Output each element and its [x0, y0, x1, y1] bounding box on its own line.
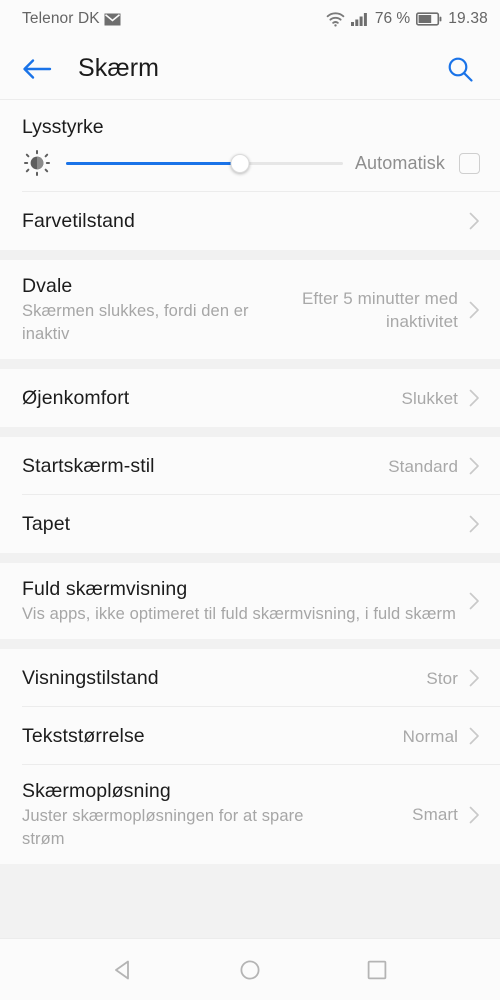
- brightness-title: Lysstyrke: [22, 116, 104, 138]
- nav-home-circle-icon: [239, 959, 261, 981]
- slider-fill: [66, 161, 241, 165]
- row-value: Efter 5 minutter med inaktivitet: [301, 288, 458, 331]
- search-button[interactable]: [440, 49, 480, 89]
- clock-label: 19.38: [448, 10, 488, 27]
- page-title: Skærm: [78, 54, 160, 82]
- row-title: Fuld skærmvisning: [22, 578, 188, 600]
- chevron-right-icon: [468, 669, 480, 687]
- envelope-icon: [104, 13, 121, 26]
- row-title: Dvale: [22, 275, 73, 297]
- row-subtitle: Vis apps, ikke optimeret til fuld skærmv…: [22, 605, 456, 623]
- row-title: Tekststørrelse: [22, 725, 145, 747]
- status-bar-left: Telenor DK: [22, 10, 121, 28]
- row-startskaerm-stil[interactable]: Startskærm-stil Standard: [0, 437, 500, 495]
- arrow-left-icon: [22, 57, 52, 81]
- section-gap: [0, 553, 500, 563]
- row-text: Startskærm-stil: [22, 440, 374, 492]
- settings-group: Visningstilstand Stor Tekststørrelse Nor…: [0, 649, 500, 864]
- settings-group: Startskærm-stil Standard Tapet: [0, 437, 500, 553]
- section-gap: [0, 639, 500, 649]
- nav-recents-square-icon: [366, 959, 388, 981]
- back-button[interactable]: [22, 47, 66, 91]
- chevron-right-icon: [468, 806, 480, 824]
- android-nav-bar: [0, 938, 500, 1000]
- status-bar-right: 76 % 19.38: [326, 10, 488, 28]
- chevron-right-icon: [468, 301, 480, 319]
- status-bar: Telenor DK 76 % 19.38: [0, 0, 500, 38]
- brightness-sun-icon: [22, 150, 52, 176]
- settings-group: Fuld skærmvisning Vis apps, ikke optimer…: [0, 563, 500, 639]
- row-text: Visningstilstand: [22, 652, 412, 704]
- battery-icon: [416, 12, 442, 26]
- row-farvetilstand[interactable]: Farvetilstand: [0, 192, 500, 250]
- chevron-right-icon: [468, 389, 480, 407]
- row-value: Normal: [402, 726, 458, 746]
- settings-list: Lysstyrke Automatisk Farvetilstand Dvale…: [0, 100, 500, 938]
- nav-recents-button[interactable]: [350, 943, 404, 997]
- row-title: Visningstilstand: [22, 667, 159, 689]
- chevron-right-icon: [468, 515, 480, 533]
- row-dvale[interactable]: Dvale Skærmen slukkes, fordi den er inak…: [0, 260, 500, 359]
- row-text: Tapet: [22, 498, 458, 550]
- row-subtitle: Skærmen slukkes, fordi den er inaktiv: [22, 302, 249, 343]
- row-text: Tekststørrelse: [22, 710, 389, 762]
- chevron-right-icon: [468, 592, 480, 610]
- auto-brightness-label: Automatisk: [354, 152, 445, 173]
- app-header: Skærm: [0, 38, 500, 100]
- row-value: Standard: [388, 456, 458, 476]
- row-title: Tapet: [22, 513, 71, 535]
- row-text: Dvale Skærmen slukkes, fordi den er inak…: [22, 260, 274, 359]
- search-icon: [446, 55, 474, 83]
- brightness-slider[interactable]: [66, 152, 343, 174]
- phone-screen: Telenor DK 76 % 19.38 Skærm Lysstyrke Au…: [0, 0, 500, 1000]
- row-text: Farvetilstand: [22, 195, 458, 247]
- row-value: Slukket: [401, 388, 458, 408]
- battery-percent-label: 76 %: [374, 10, 411, 27]
- chevron-right-icon: [468, 457, 480, 475]
- row-tekststorrelse[interactable]: Tekststørrelse Normal: [0, 707, 500, 765]
- row-fuld-skaermvisning[interactable]: Fuld skærmvisning Vis apps, ikke optimer…: [0, 563, 500, 639]
- settings-group: Dvale Skærmen slukkes, fordi den er inak…: [0, 260, 500, 359]
- nav-back-button[interactable]: [96, 943, 150, 997]
- carrier-label: Telenor DK: [22, 10, 100, 27]
- row-visningstilstand[interactable]: Visningstilstand Stor: [0, 649, 500, 707]
- nav-back-triangle-icon: [112, 959, 134, 981]
- section-gap: [0, 427, 500, 437]
- nav-home-button[interactable]: [223, 943, 277, 997]
- row-text: Fuld skærmvisning Vis apps, ikke optimer…: [22, 563, 458, 639]
- row-title: Startskærm-stil: [22, 455, 155, 477]
- wifi-icon: [326, 11, 345, 27]
- settings-group: Øjenkomfort Slukket: [0, 369, 500, 427]
- row-ojenkomfort[interactable]: Øjenkomfort Slukket: [0, 369, 500, 427]
- slider-thumb[interactable]: [230, 153, 250, 173]
- auto-brightness-checkbox[interactable]: [459, 152, 480, 174]
- section-gap: [0, 359, 500, 369]
- row-value: Stor: [426, 668, 458, 688]
- brightness-block: Lysstyrke Automatisk: [0, 100, 500, 192]
- cellular-signal-icon: [350, 12, 369, 26]
- row-title: Farvetilstand: [22, 210, 135, 232]
- section-gap: [0, 250, 500, 260]
- row-text: Øjenkomfort: [22, 372, 388, 424]
- row-title: Øjenkomfort: [22, 387, 130, 409]
- row-text: Skærmopløsning Juster skærmopløsningen f…: [22, 765, 398, 864]
- row-title: Skærmopløsning: [22, 780, 171, 802]
- row-skaermoplosning[interactable]: Skærmopløsning Juster skærmopløsningen f…: [0, 765, 500, 864]
- row-subtitle: Juster skærmopløsningen for at spare str…: [22, 807, 304, 848]
- chevron-right-icon: [468, 212, 480, 230]
- row-tapet[interactable]: Tapet: [0, 495, 500, 553]
- row-value: Smart: [412, 805, 458, 824]
- brightness-controls: Automatisk: [22, 150, 480, 176]
- settings-group: Farvetilstand: [0, 192, 500, 250]
- chevron-right-icon: [468, 727, 480, 745]
